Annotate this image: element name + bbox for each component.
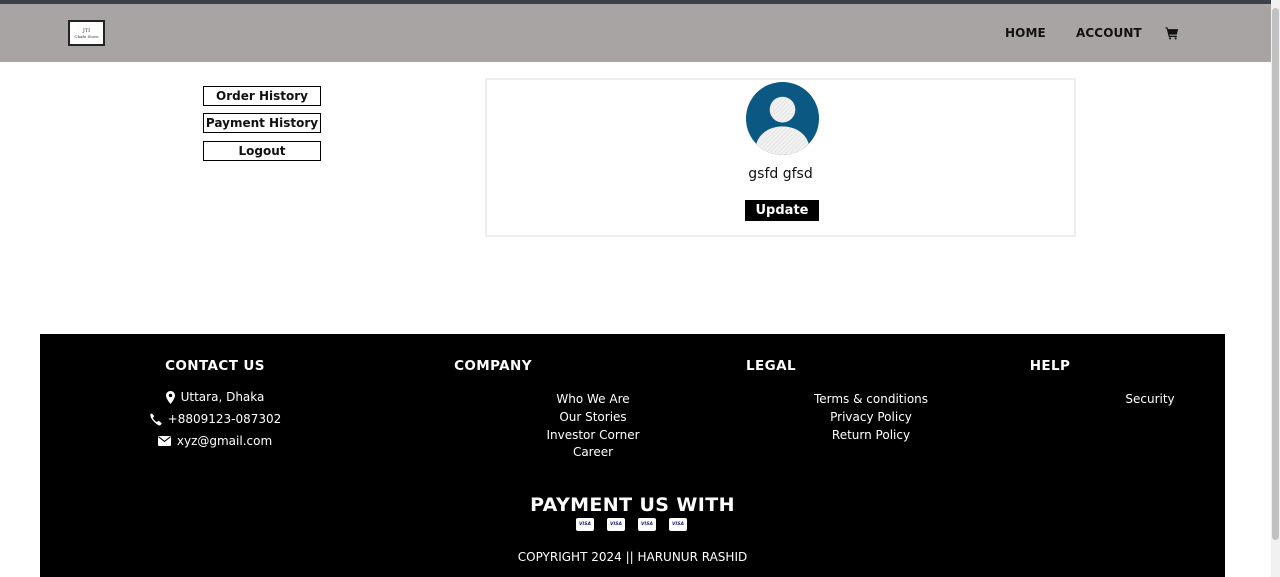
contact-heading: CONTACT US	[165, 358, 265, 374]
career-link[interactable]: Career	[493, 445, 693, 459]
cart-icon[interactable]	[1165, 26, 1179, 40]
envelope-icon	[157, 436, 171, 446]
privacy-policy-link[interactable]: Privacy Policy	[771, 410, 971, 424]
profile-card: gsfd gfsd Update	[485, 78, 1076, 237]
nav-account-link[interactable]: ACCOUNT	[1076, 26, 1142, 40]
our-stories-link[interactable]: Our Stories	[493, 410, 693, 424]
contact-address: Uttara, Dhaka	[180, 390, 265, 404]
navbar: JTI Chafe Store HOME ACCOUNT	[0, 4, 1271, 62]
payment-heading: PAYMENT US WITH	[530, 494, 735, 516]
terms-link[interactable]: Terms & conditions	[771, 392, 971, 406]
logo-name: Chafe Store	[74, 33, 99, 39]
payment-history-button[interactable]: Payment History	[203, 113, 321, 133]
security-link[interactable]: Security	[1050, 392, 1250, 406]
legal-heading: LEGAL	[746, 358, 796, 374]
company-heading: COMPANY	[454, 358, 532, 374]
site-footer: CONTACT US Uttara, Dhaka +8809123-087302…	[40, 334, 1225, 577]
who-we-are-link[interactable]: Who We Are	[493, 392, 693, 406]
payment-cards: VISA VISA VISA VISA	[576, 518, 691, 532]
update-profile-button[interactable]: Update	[745, 200, 819, 221]
scrollbar-thumb[interactable]	[1272, 8, 1279, 540]
help-heading: HELP	[1029, 358, 1071, 374]
profile-name: gsfd gfsd	[748, 166, 813, 182]
phone-icon	[150, 412, 162, 426]
site-logo[interactable]: JTI Chafe Store	[68, 20, 105, 46]
address-line: Uttara, Dhaka	[115, 390, 315, 404]
user-avatar-icon	[745, 81, 820, 156]
contact-email[interactable]: xyz@gmail.com	[177, 434, 272, 448]
copyright-text: COPYRIGHT 2024 || HARUNUR RASHID	[517, 550, 748, 564]
phone-line: +8809123-087302	[115, 412, 315, 426]
email-line: xyz@gmail.com	[115, 434, 315, 448]
return-policy-link[interactable]: Return Policy	[771, 428, 971, 442]
page-scrollbar[interactable]	[1271, 0, 1280, 577]
contact-phone[interactable]: +8809123-087302	[168, 412, 282, 426]
nav-home-link[interactable]: HOME	[1005, 26, 1046, 40]
visa-card-icon: VISA	[669, 518, 687, 531]
location-pin-icon	[165, 390, 175, 404]
visa-card-icon: VISA	[638, 518, 656, 531]
investor-corner-link[interactable]: Investor Corner	[493, 428, 693, 442]
order-history-button[interactable]: Order History	[203, 86, 321, 106]
visa-card-icon: VISA	[576, 518, 594, 531]
visa-card-icon: VISA	[607, 518, 625, 531]
logout-button[interactable]: Logout	[203, 141, 321, 161]
